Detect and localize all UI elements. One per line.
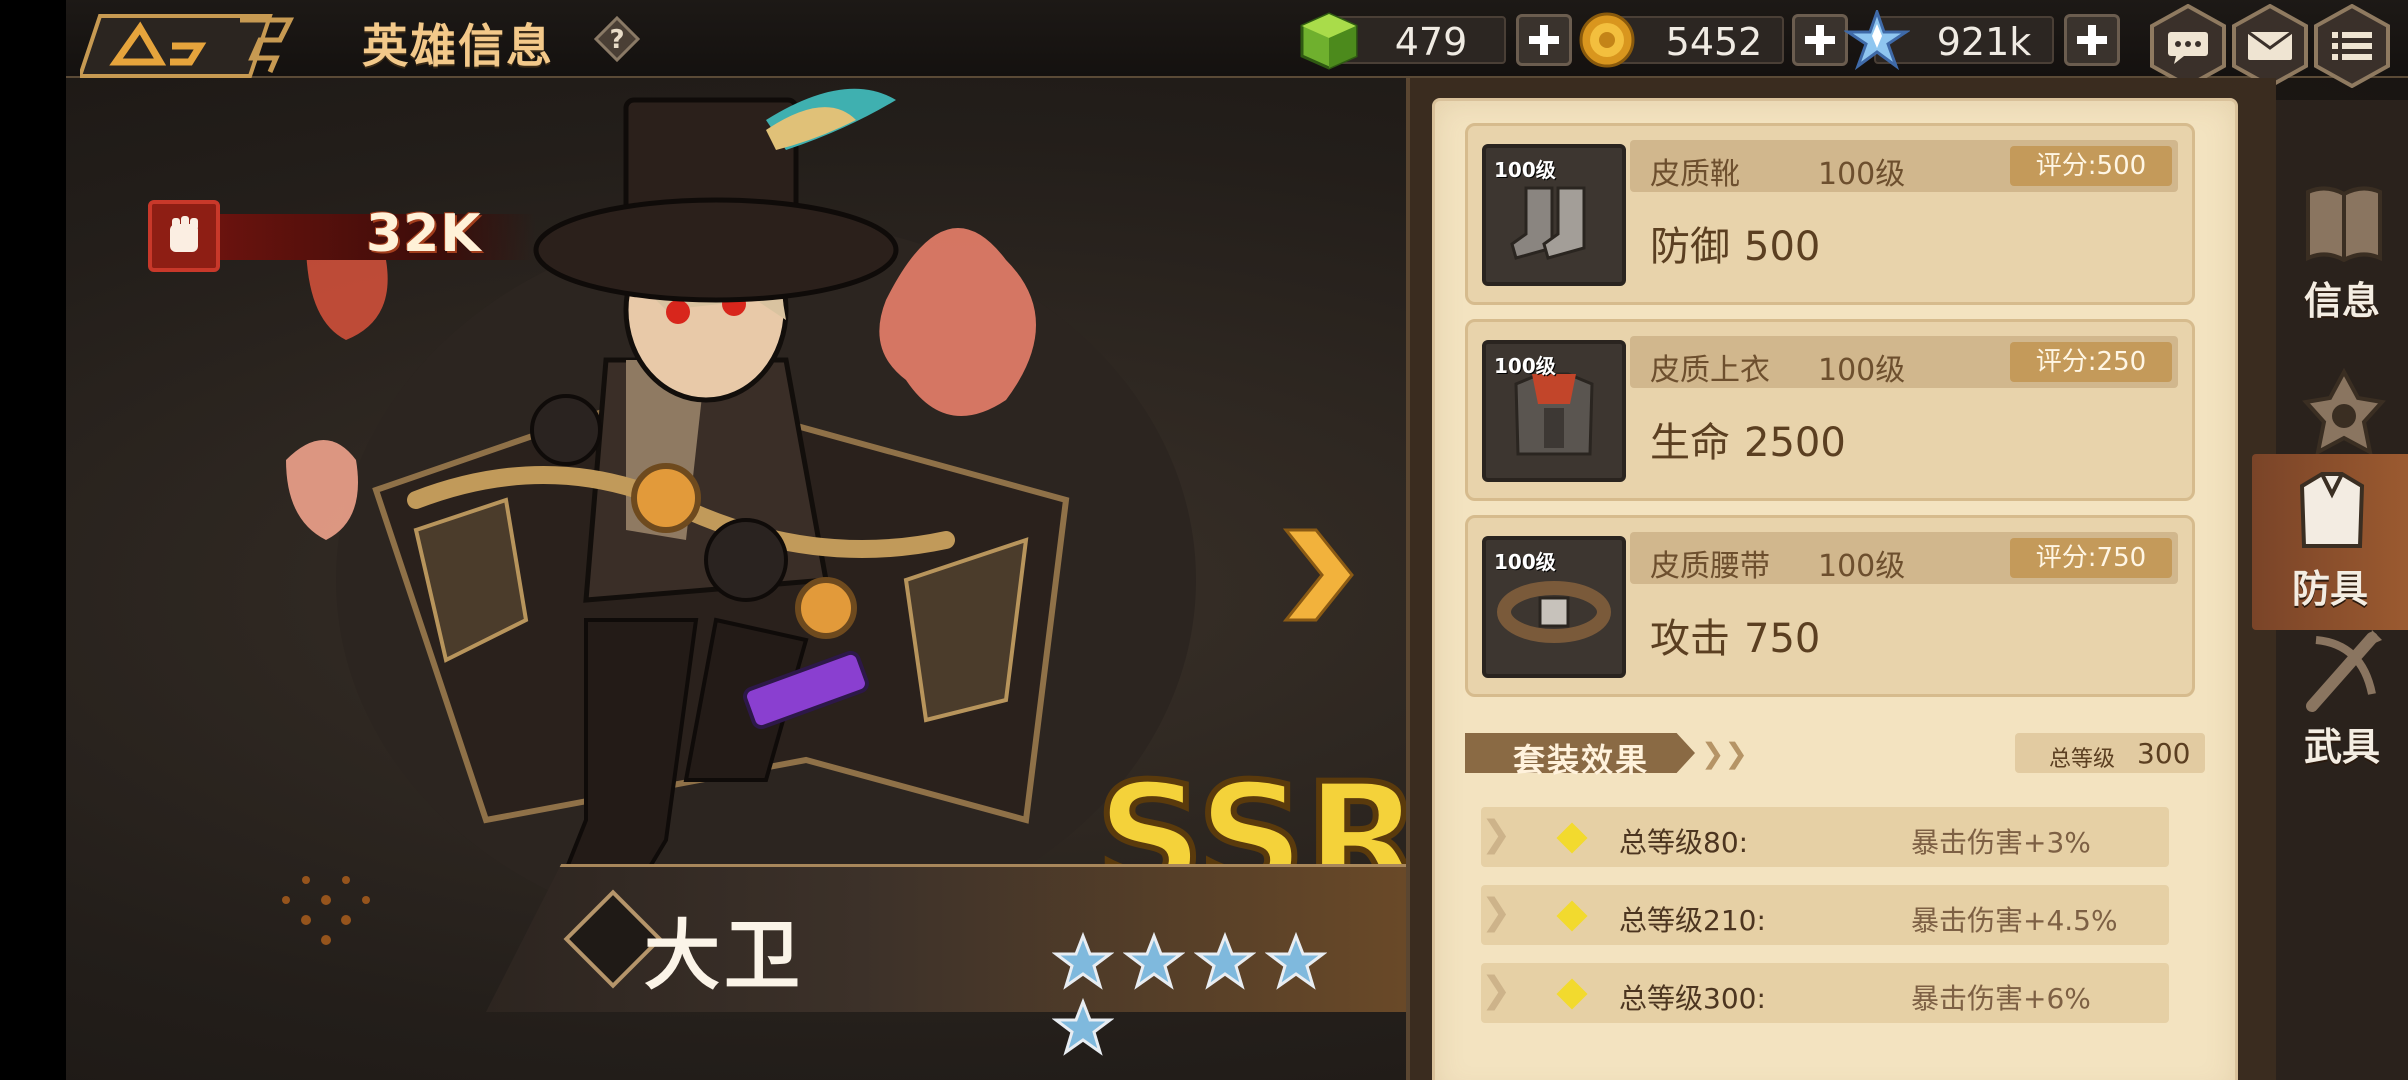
- tab-weapon[interactable]: 武具: [2276, 612, 2408, 788]
- chest-armor-icon: 100级: [1482, 340, 1626, 482]
- chat-icon: [2150, 3, 2226, 89]
- combat-power: 32K: [148, 196, 548, 272]
- bonus-requirement: 总等级300:: [1619, 982, 1766, 1015]
- item-level: 100级: [1818, 157, 1906, 192]
- total-level-value: 300: [2137, 737, 2191, 770]
- armor-icon: [2299, 472, 2365, 548]
- item-name: 皮质腰带: [1650, 549, 1770, 584]
- set-effect-title: 套装效果: [1513, 741, 1650, 779]
- resource-gold-coin: 5452: [1574, 8, 1884, 70]
- hero-name-plate: 大卫: [426, 864, 1426, 1056]
- boots-icon: 100级: [1482, 144, 1626, 286]
- tab-label: 武具: [2303, 725, 2380, 769]
- bonus-requirement: 总等级80:: [1619, 826, 1749, 859]
- resource-value: 921k: [1936, 20, 2032, 64]
- armor-panel: 100级 皮质靴 100级 评分:500 防御 500 100级 皮质上衣 100…: [1406, 78, 2276, 1080]
- equipment-slot-boots[interactable]: 100级 皮质靴 100级 评分:500 防御 500: [1465, 123, 2195, 305]
- item-level: 100级: [1818, 549, 1906, 584]
- bonus-requirement: 总等级210:: [1619, 904, 1766, 937]
- add-crystal-button[interactable]: [2064, 14, 2120, 66]
- book-icon: [2306, 186, 2382, 263]
- star-icon: [1264, 931, 1328, 990]
- tab-label: 防具: [2291, 567, 2368, 611]
- set-bonus-row: ❯ 总等级300: 暴击伤害+6%: [1481, 963, 2169, 1023]
- item-level: 100级: [1818, 353, 1906, 388]
- equipment-slot-chest[interactable]: 100级 皮质上衣 100级 评分:250 生命 2500: [1465, 319, 2195, 501]
- fist-icon: [148, 200, 220, 272]
- double-chevron-icon: ❯❯: [1701, 737, 1748, 770]
- diamond-bullet-icon: [1556, 978, 1588, 1010]
- mail-icon: [2232, 3, 2308, 89]
- power-value: 32K: [366, 204, 482, 264]
- item-name: 皮质上衣: [1650, 353, 1770, 388]
- total-level: 总等级 300: [2015, 733, 2205, 773]
- total-level-label: 总等级: [2049, 747, 2116, 772]
- menu-button[interactable]: [2314, 3, 2390, 89]
- resource-value: 479: [1394, 20, 1468, 64]
- star-rating: [1051, 931, 1392, 1056]
- item-level-badge: 100级: [1494, 354, 1556, 378]
- tab-armor[interactable]: 防具: [2252, 454, 2408, 630]
- mail-button[interactable]: [2232, 3, 2308, 89]
- resource-crystal: 921k: [1843, 7, 2154, 71]
- resource-value: 5452: [1665, 20, 1763, 64]
- star-icon: [1122, 931, 1186, 990]
- item-score: 评分:750: [2010, 538, 2172, 578]
- item-level-badge: 100级: [1494, 550, 1556, 574]
- tab-info[interactable]: 信息: [2276, 166, 2408, 342]
- belt-icon: 100级: [1482, 536, 1626, 678]
- set-bonus-row: ❯ 总等级80: 暴击伤害+3%: [1481, 807, 2169, 867]
- crystal-star-icon: [1843, 7, 1911, 71]
- chat-button[interactable]: [2150, 3, 2226, 89]
- ridge-icon: ❯: [1481, 814, 1512, 855]
- star-icon: [1051, 931, 1115, 990]
- bonus-effect: 暴击伤害+3%: [1911, 826, 2091, 859]
- question-icon[interactable]: ?: [593, 15, 641, 63]
- star-icon: [1193, 931, 1257, 990]
- add-green-cube-button[interactable]: [1516, 14, 1572, 66]
- ridge-icon: ❯: [1481, 892, 1512, 933]
- item-stat: 攻击 750: [1650, 616, 1821, 662]
- add-gold-coin-button[interactable]: [1792, 14, 1848, 66]
- hero-info-screen: 英雄信息 ? 479 5452 921k 32K SSR 大卫 100级 皮质靴…: [66, 0, 2408, 1080]
- diamond-bullet-icon: [1556, 900, 1588, 932]
- gold-coin-icon: [1574, 10, 1640, 70]
- item-name: 皮质靴: [1650, 157, 1740, 192]
- svg-text:?: ?: [609, 25, 624, 55]
- set-effect-header: 套装效果 ❯❯ 总等级 300: [1465, 729, 2205, 779]
- item-stat: 生命 2500: [1650, 420, 1846, 466]
- item-level-badge: 100级: [1494, 158, 1556, 182]
- equipment-slot-belt[interactable]: 100级 皮质腰带 100级 评分:750 攻击 750: [1465, 515, 2195, 697]
- item-stat: 防御 500: [1650, 224, 1821, 270]
- menu-icon: [2314, 3, 2390, 89]
- hero-name: 大卫: [644, 911, 804, 1000]
- tab-label: 信息: [2303, 279, 2380, 323]
- item-score: 评分:250: [2010, 342, 2172, 382]
- item-score: 评分:500: [2010, 146, 2172, 186]
- set-bonus-row: ❯ 总等级210: 暴击伤害+4.5%: [1481, 885, 2169, 945]
- side-tabs: 信息 觉醒 防具 武具: [2252, 100, 2408, 1080]
- next-hero-button[interactable]: [1276, 520, 1356, 630]
- bonus-effect: 暴击伤害+4.5%: [1911, 904, 2118, 937]
- ridge-icon: ❯: [1481, 970, 1512, 1011]
- star-icon: [1051, 997, 1115, 1056]
- awaken-emblem-icon: [2302, 368, 2386, 456]
- weapon-icon: [2306, 630, 2382, 712]
- chevron-right-icon: [1282, 528, 1354, 622]
- bonus-effect: 暴击伤害+6%: [1911, 982, 2091, 1015]
- diamond-bullet-icon: [1556, 822, 1588, 854]
